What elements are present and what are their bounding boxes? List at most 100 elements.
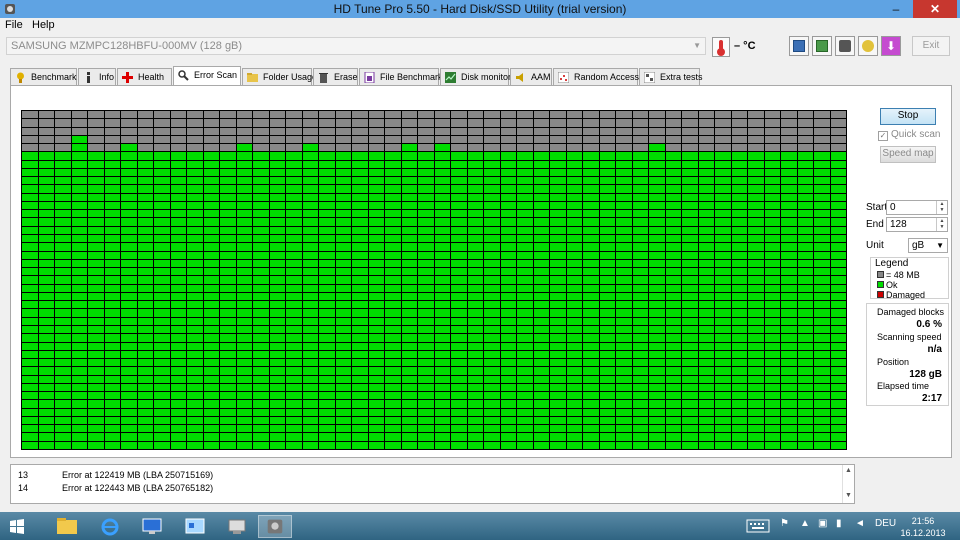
tab-error-scan[interactable]: Error Scan: [173, 66, 241, 85]
options-button[interactable]: [858, 36, 878, 56]
file-explorer-icon[interactable]: [50, 515, 84, 538]
tab-benchmark[interactable]: Benchmark: [10, 68, 77, 85]
unit-select[interactable]: gB ▼: [908, 238, 948, 253]
start-windows-icon[interactable]: [2, 515, 32, 538]
tab-file-benchmark[interactable]: File Benchmark: [359, 68, 443, 85]
control-panel-icon[interactable]: [178, 515, 212, 538]
network-icon[interactable]: [220, 515, 254, 538]
start-input[interactable]: 0 ▲ ▼: [886, 200, 948, 215]
block-ok: [71, 226, 87, 235]
block-ok: [830, 210, 846, 218]
block-ok: [121, 276, 137, 284]
tab-folder-usage[interactable]: Folder Usage: [242, 68, 317, 85]
block-ok: [731, 235, 747, 243]
quick-scan-checkbox[interactable]: ✓ Quick scan: [878, 129, 940, 141]
block-ok: [467, 359, 483, 367]
block-ok: [335, 309, 351, 317]
file-benchmark-icon: [364, 72, 375, 83]
block-ok: [203, 416, 219, 425]
end-input[interactable]: 128 ▲ ▼: [886, 217, 948, 232]
scroll-down-icon[interactable]: ▼: [845, 492, 852, 499]
block-ok: [38, 416, 54, 425]
volume-icon[interactable]: ◄: [855, 518, 865, 529]
block-ok: [764, 416, 780, 425]
block-ok: [500, 152, 516, 160]
block-ok: [814, 251, 830, 259]
block-ok: [484, 210, 500, 218]
close-button[interactable]: ✕: [913, 0, 957, 18]
log-scrollbar[interactable]: ▲ ▼: [842, 465, 854, 503]
menu-help[interactable]: Help: [32, 19, 55, 31]
block-ok: [599, 160, 615, 168]
block-ok: [665, 284, 681, 292]
save-button[interactable]: ⬇: [881, 36, 901, 56]
drive-select[interactable]: SAMSUNG MZMPC128HBFU-000MV (128 gB) ▼: [6, 37, 706, 55]
block-ok: [665, 367, 681, 375]
block-ok: [764, 325, 780, 334]
tab-extra-tests[interactable]: Extra tests: [639, 68, 703, 85]
block-ok: [286, 251, 302, 259]
spinner-arrows-icon[interactable]: ▲ ▼: [936, 201, 947, 214]
exit-button[interactable]: Exit: [912, 36, 950, 56]
block-ok: [187, 400, 203, 408]
block-ok: [797, 218, 813, 226]
menu-file[interactable]: File: [5, 19, 23, 31]
tab-disk-monitor[interactable]: Disk monitor: [440, 68, 511, 85]
block-ok: [319, 441, 335, 449]
hdtune-icon[interactable]: [258, 515, 292, 538]
block-unscanned: [665, 111, 681, 119]
tray-expand-icon[interactable]: ▲: [800, 518, 810, 529]
tab-aam[interactable]: AAM: [510, 68, 552, 85]
tray-flag-icon[interactable]: ⚑: [780, 518, 789, 529]
block-unscanned: [137, 144, 153, 152]
screenshot-button[interactable]: [835, 36, 855, 56]
tab-info[interactable]: Info: [78, 68, 116, 85]
block-ok: [797, 383, 813, 392]
keyboard-icon[interactable]: [746, 519, 770, 533]
clock[interactable]: 21:56 16.12.2013: [898, 515, 948, 539]
block-ok: [550, 201, 566, 210]
block-ok: [781, 185, 797, 193]
block-ok: [533, 433, 549, 441]
language-indicator[interactable]: DEU: [875, 518, 896, 529]
block-ok: [401, 259, 417, 268]
tab-health[interactable]: Health: [117, 68, 172, 85]
block-ok: [715, 243, 731, 251]
block-ok: [748, 210, 764, 218]
block-unscanned: [104, 144, 120, 152]
error-log-list[interactable]: 13 Error at 122419 MB (LBA 250715169) 14…: [10, 464, 855, 504]
block-ok: [220, 342, 236, 350]
copy-info-button[interactable]: [789, 36, 809, 56]
block-ok: [467, 243, 483, 251]
block-ok: [401, 350, 417, 359]
block-ok: [649, 433, 665, 441]
remote-desktop-icon[interactable]: [135, 515, 169, 538]
block-ok: [302, 268, 318, 276]
copy-screen-button[interactable]: [812, 36, 832, 56]
spinner-arrows-icon[interactable]: ▲ ▼: [936, 218, 947, 231]
tab-random-access[interactable]: Random Access: [553, 68, 639, 85]
stop-button[interactable]: Stop: [880, 108, 936, 125]
block-unscanned: [814, 144, 830, 152]
block-ok: [599, 408, 615, 416]
speed-map-button[interactable]: Speed map: [880, 146, 936, 163]
block-ok: [170, 193, 186, 201]
block-unscanned: [583, 144, 599, 152]
tray-device-icon[interactable]: ▣: [818, 518, 827, 529]
block-ok: [71, 342, 87, 350]
benchmark-icon: [17, 72, 24, 83]
block-ok: [583, 292, 599, 301]
scroll-up-icon[interactable]: ▲: [845, 467, 852, 474]
block-ok: [203, 168, 219, 177]
network-status-icon[interactable]: ▮: [836, 518, 842, 529]
block-ok: [302, 177, 318, 185]
minimize-button[interactable]: –: [883, 0, 909, 18]
block-ok: [434, 441, 450, 449]
block-ok: [319, 408, 335, 416]
block-ok: [632, 292, 648, 301]
block-ok: [632, 334, 648, 342]
internet-explorer-icon[interactable]: [93, 515, 127, 538]
tab-erase[interactable]: Erase: [313, 68, 358, 85]
block-unscanned: [302, 111, 318, 119]
block-ok: [500, 383, 516, 392]
